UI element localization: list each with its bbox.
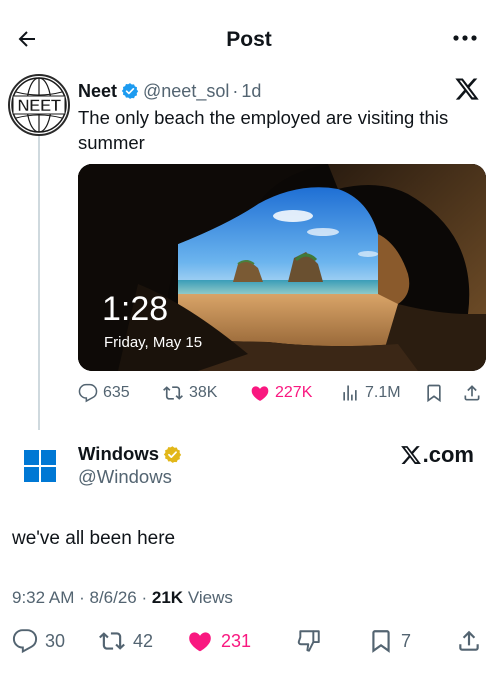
views-count: 7.1M (365, 384, 401, 401)
repost-icon (163, 386, 183, 400)
reply-count: 635 (103, 384, 130, 401)
separator-dot: · (141, 588, 152, 607)
more-dots-icon (453, 35, 477, 41)
author-name[interactable]: Neet (78, 81, 117, 102)
thread-connector-line (38, 130, 40, 430)
reply-button[interactable]: 635 (78, 383, 130, 403)
page-title: Post (226, 28, 272, 51)
heart-filled-icon (189, 632, 211, 652)
repost-count: 38K (189, 384, 218, 401)
bookmark-count: 7 (401, 630, 412, 651)
author-handle[interactable]: @neet_sol (143, 81, 229, 102)
post-views-count: 21K (151, 588, 184, 607)
verified-gold-badge-icon (163, 445, 182, 464)
lockscreen-date: Friday, May 15 (104, 334, 203, 351)
share-icon (464, 385, 480, 401)
share-button[interactable] (462, 383, 482, 403)
lockscreen-time: 1:28 (102, 290, 169, 328)
x-logo-icon (454, 76, 480, 102)
bookmark-button[interactable] (424, 383, 444, 403)
bookmark-icon (427, 384, 441, 403)
like-button[interactable]: 227K (250, 383, 312, 403)
quoted-post-actions: 635 38K 227K 7.1M (78, 383, 488, 407)
separator-dot: · (79, 588, 90, 607)
post-metadata: 9:32 AM · 8/6/26 · 21K Views (12, 588, 233, 608)
post-time[interactable]: 9:32 AM (12, 588, 74, 607)
downvote-button[interactable] (296, 628, 322, 654)
heart-filled-icon (251, 386, 269, 401)
post-views-label: Views (187, 588, 233, 607)
main-post-actions: 30 42 231 7 (0, 628, 498, 656)
reply-count: 30 (45, 630, 66, 651)
reply-button[interactable]: 30 (12, 628, 65, 654)
reply-icon (12, 629, 38, 654)
windows-logo-icon (24, 450, 56, 482)
avatar-neet[interactable]: NEET (8, 74, 70, 136)
x-logo-icon (400, 446, 421, 464)
repost-count: 42 (133, 630, 154, 651)
share-icon (459, 630, 479, 651)
bookmark-icon (372, 630, 390, 653)
repost-button[interactable]: 38K (162, 383, 217, 403)
x-com-badge: .com (400, 442, 474, 468)
main-post-text: we've all been here (12, 528, 176, 549)
like-count: 227K (275, 384, 313, 401)
quoted-post-header: Neet @neet_sol · 1d (78, 80, 261, 102)
verified-badge-icon (121, 82, 139, 100)
separator-dot: · (232, 80, 239, 101)
more-options-button[interactable] (450, 26, 480, 50)
neet-globe-logo-icon: NEET (11, 77, 67, 133)
repost-icon (99, 632, 125, 650)
like-button[interactable]: 231 (186, 628, 251, 654)
post-age[interactable]: 1d (241, 81, 261, 102)
post-image-lockscreen[interactable]: 1:28 Friday, May 15 (78, 164, 486, 371)
post-date[interactable]: 8/6/26 (90, 588, 137, 607)
thumbs-down-icon (297, 630, 320, 652)
views-button[interactable]: 7.1M (340, 383, 401, 403)
main-post-author: Windows (78, 443, 186, 465)
repost-button[interactable]: 42 (98, 628, 153, 654)
share-button[interactable] (456, 628, 482, 654)
avatar-windows[interactable] (24, 448, 56, 484)
x-com-text: .com (422, 442, 474, 467)
reply-icon (78, 383, 98, 403)
quoted-post-text: The only beach the employed are visiting… (78, 107, 449, 153)
main-post-handle[interactable]: @Windows (78, 466, 172, 488)
bookmark-button[interactable]: 7 (368, 628, 411, 654)
author-name[interactable]: Windows (78, 443, 159, 465)
analytics-icon (343, 385, 357, 401)
like-count: 231 (221, 630, 252, 651)
top-bar: Post (0, 0, 498, 74)
avatar-text: NEET (17, 96, 61, 115)
